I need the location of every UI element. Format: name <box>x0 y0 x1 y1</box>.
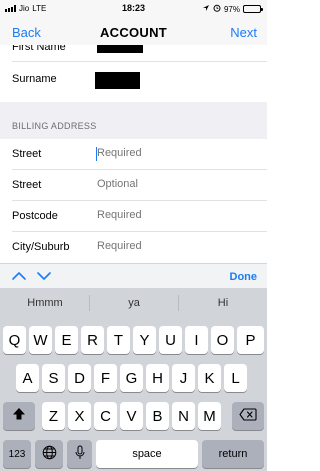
surname-row[interactable]: Surname <box>0 62 267 102</box>
key-i[interactable]: I <box>185 326 208 354</box>
key-p[interactable]: P <box>237 326 264 354</box>
postcode-label: Postcode <box>12 210 58 222</box>
key-s[interactable]: S <box>42 364 65 392</box>
street-label-1: Street <box>12 148 42 160</box>
page-title: ACCOUNT <box>99 25 168 40</box>
account-form: First Name Surname BILLING ADDRESS Stree… <box>0 45 267 263</box>
globe-key[interactable] <box>35 440 63 468</box>
key-j[interactable]: J <box>172 364 195 392</box>
return-key[interactable]: return <box>202 440 264 468</box>
redacted-first-name <box>97 45 143 53</box>
suggestion-bar: Hmmm ya Hi <box>0 288 267 319</box>
key-z[interactable]: Z <box>42 402 65 430</box>
street-row-2[interactable]: Street <box>0 170 267 201</box>
globe-icon <box>42 445 57 464</box>
key-a[interactable]: A <box>16 364 39 392</box>
done-button[interactable]: Done <box>230 271 258 283</box>
street-row-1[interactable]: Street <box>0 139 267 170</box>
key-e[interactable]: E <box>55 326 78 354</box>
numbers-key[interactable]: 123 <box>3 440 31 468</box>
previous-field-chevron-up-icon[interactable] <box>11 269 27 283</box>
suggestion-2[interactable]: ya <box>90 297 178 309</box>
next-button[interactable]: Next <box>230 25 257 40</box>
space-key[interactable]: space <box>96 440 198 468</box>
keyboard-accessory-bar: Done <box>0 263 267 288</box>
key-q[interactable]: Q <box>3 326 26 354</box>
city-row[interactable]: City/Suburb <box>0 232 267 263</box>
key-d[interactable]: D <box>68 364 91 392</box>
key-c[interactable]: C <box>94 402 117 430</box>
key-t[interactable]: T <box>107 326 130 354</box>
microphone-icon <box>75 445 85 464</box>
key-f[interactable]: F <box>94 364 117 392</box>
key-v[interactable]: V <box>120 402 143 430</box>
first-name-label: First Name <box>12 45 66 53</box>
shift-arrow-icon <box>12 407 26 425</box>
key-m[interactable]: M <box>198 402 221 430</box>
suggestion-3[interactable]: Hi <box>179 297 267 309</box>
postcode-row[interactable]: Postcode <box>0 201 267 232</box>
city-label: City/Suburb <box>12 241 70 253</box>
key-u[interactable]: U <box>159 326 182 354</box>
key-k[interactable]: K <box>198 364 221 392</box>
first-name-row[interactable]: First Name <box>0 45 267 62</box>
redacted-surname <box>95 72 140 89</box>
navigation-bar: Back ACCOUNT Next <box>0 17 267 45</box>
key-x[interactable]: X <box>68 402 91 430</box>
street-label-2: Street <box>12 179 42 191</box>
key-h[interactable]: H <box>146 364 169 392</box>
battery-icon <box>243 5 263 13</box>
status-bar: Jio LTE 18:23 97% <box>0 0 267 17</box>
location-icon <box>202 4 210 14</box>
billing-address-title: BILLING ADDRESS <box>12 121 97 131</box>
keyboard: Hmmm ya Hi Q W E R T Y U I O P A S D F G… <box>0 288 267 471</box>
microphone-key[interactable] <box>67 440 92 468</box>
key-l[interactable]: L <box>224 364 247 392</box>
billing-section-header: BILLING ADDRESS <box>0 102 267 139</box>
key-n[interactable]: N <box>172 402 195 430</box>
key-b[interactable]: B <box>146 402 169 430</box>
next-field-chevron-down-icon[interactable] <box>36 269 52 283</box>
backspace-icon <box>239 407 257 425</box>
key-w[interactable]: W <box>29 326 52 354</box>
alarm-icon <box>213 4 221 14</box>
suggestion-1[interactable]: Hmmm <box>1 297 89 309</box>
status-right: 97% <box>202 4 263 14</box>
key-r[interactable]: R <box>81 326 104 354</box>
key-y[interactable]: Y <box>133 326 156 354</box>
key-o[interactable]: O <box>211 326 234 354</box>
delete-key[interactable] <box>232 402 264 430</box>
battery-percent: 97% <box>223 4 240 14</box>
city-input[interactable] <box>97 240 257 252</box>
street-input-2[interactable] <box>97 178 257 190</box>
key-g[interactable]: G <box>120 364 143 392</box>
street-input-1[interactable] <box>97 147 257 159</box>
shift-key[interactable] <box>3 402 35 430</box>
surname-label: Surname <box>12 73 57 85</box>
postcode-input[interactable] <box>97 209 257 221</box>
